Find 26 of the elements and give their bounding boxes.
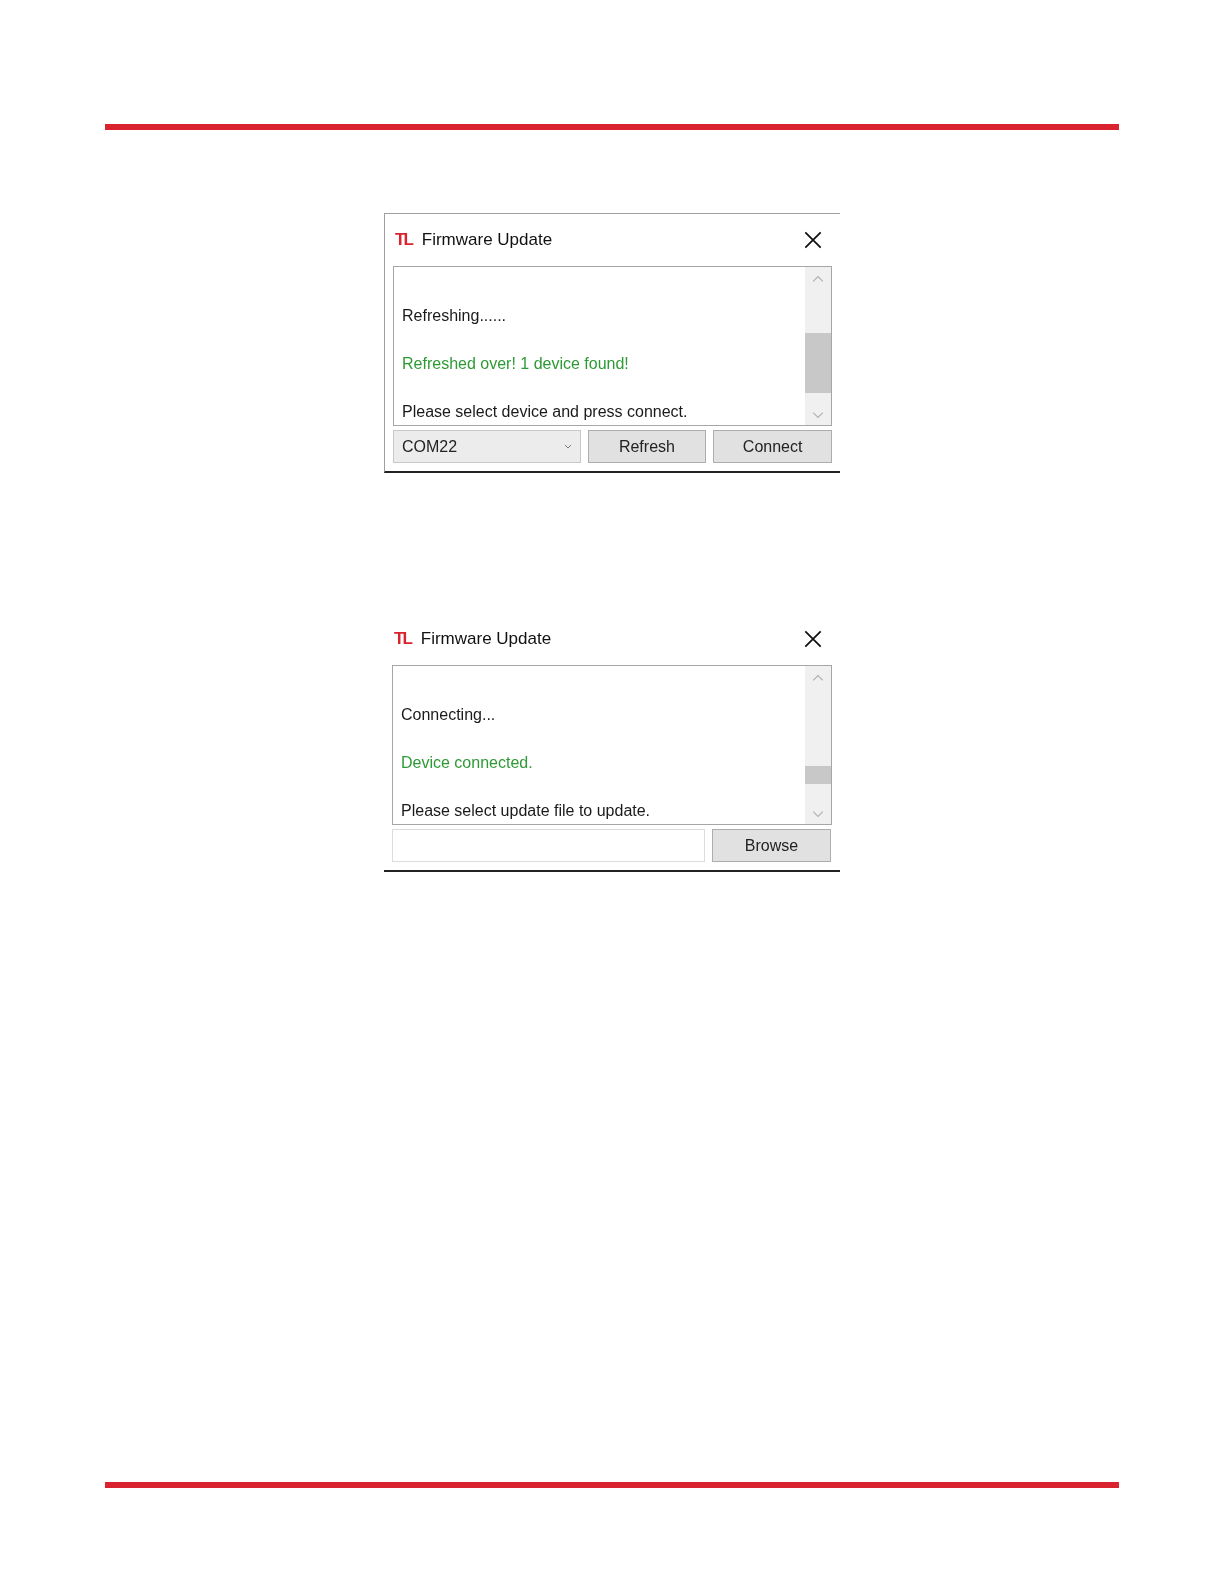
log-message: Please select update file to update. [401,801,652,821]
log-message: Please select device and press connect. [402,402,689,422]
log-message: Refreshed over! 1 device found! [402,354,630,374]
scroll-up-icon[interactable] [812,275,824,283]
logo: TL [395,229,412,252]
scrollbar[interactable] [805,666,831,824]
dialog-button[interactable]: Refresh [587,430,707,463]
dialog-button[interactable]: Connect [713,430,832,463]
scrollbar[interactable] [805,267,831,425]
dialog-button[interactable]: Browse [712,829,831,862]
log-message: Refreshing...... [402,306,508,326]
scroll-thumb[interactable] [805,766,831,784]
port-dropdown[interactable]: COM22 [393,430,581,463]
window-title: Firmware Update [420,628,552,651]
close-icon[interactable] [802,628,824,650]
logo: TL [394,628,411,651]
scroll-up-icon[interactable] [812,674,824,682]
file-path-field[interactable] [392,829,705,862]
scroll-thumb[interactable] [805,333,831,393]
scroll-down-icon[interactable] [812,810,824,818]
log-message: Device connected. [401,753,534,773]
caret-icon [563,444,572,449]
scroll-down-icon[interactable] [812,411,824,419]
close-icon[interactable] [802,229,824,251]
log-message: Connecting... [401,705,497,725]
window-title: Firmware Update [421,229,553,252]
